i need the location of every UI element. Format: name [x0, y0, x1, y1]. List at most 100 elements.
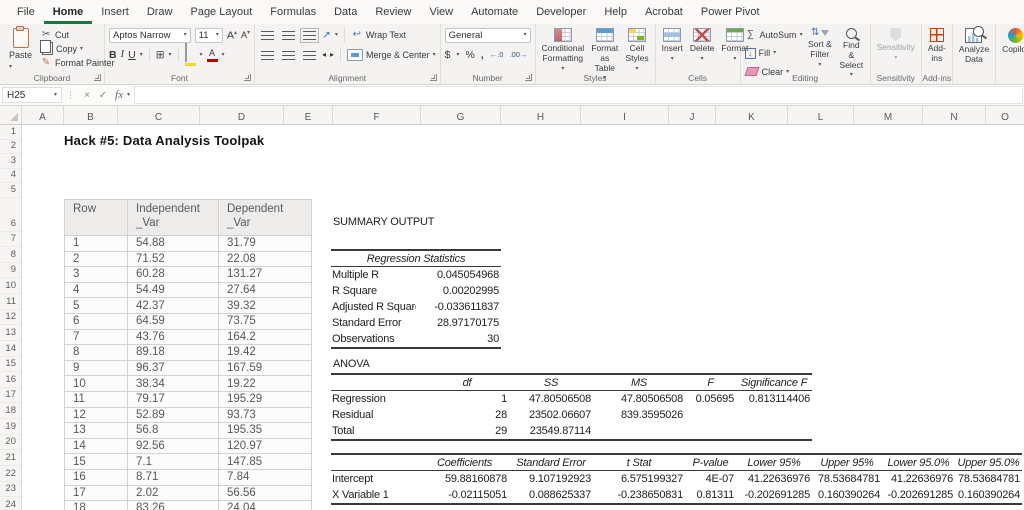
column-header[interactable]: L — [788, 106, 854, 124]
column-header[interactable]: O — [986, 106, 1024, 124]
stat-value-cell[interactable]: 0.045054968 — [416, 267, 501, 284]
number-dialog-launcher[interactable] — [524, 74, 532, 81]
stat-value-cell[interactable]: 30 — [416, 331, 501, 348]
stat-value-cell[interactable]: 28.97170175 — [416, 315, 501, 331]
borders-button[interactable]: ⊞ — [156, 50, 165, 61]
row-header[interactable]: 15 — [0, 357, 21, 373]
coef-value-cell[interactable]: -0.02115051 — [420, 487, 509, 504]
regression-statistics-header[interactable]: Regression Statistics — [331, 250, 501, 267]
anova-sigf-cell[interactable] — [736, 407, 812, 423]
format-painter-button[interactable]: ✎ Format Painter — [40, 56, 115, 69]
ribbon-tab[interactable]: Acrobat — [636, 0, 692, 24]
row-header[interactable]: 16 — [0, 372, 21, 388]
cell-row-number[interactable]: 4 — [64, 281, 128, 299]
column-header[interactable]: I — [581, 106, 669, 124]
cell-independent-var[interactable]: 38.34 — [127, 375, 219, 392]
cell-independent-var[interactable]: 2.02 — [127, 484, 219, 502]
coefficients-header-cell[interactable]: Lower 95.0% — [882, 454, 955, 471]
anova-df-cell[interactable]: 1 — [425, 391, 509, 408]
cell-dependent-var[interactable]: 24.04 — [218, 500, 312, 510]
align-top-button[interactable] — [259, 27, 276, 43]
row-header[interactable]: 8 — [0, 247, 21, 263]
fill-button[interactable]: ↓ Fill ▾ — [744, 47, 803, 60]
coefficients-header-cell[interactable] — [331, 454, 420, 471]
cut-button[interactable]: ✂ Cut — [40, 28, 115, 41]
align-middle-button[interactable] — [280, 27, 297, 43]
cell-dependent-var[interactable]: 7.84 — [218, 468, 312, 486]
coef-pvalue-cell[interactable]: 0.81311 — [685, 487, 736, 504]
cell-dependent-var[interactable]: 147.85 — [218, 453, 312, 470]
row-header[interactable]: 11 — [0, 294, 21, 310]
coefficients-header-cell[interactable]: P-value — [685, 454, 736, 471]
ribbon-tab[interactable]: Data — [325, 0, 366, 24]
stat-label-cell[interactable]: Standard Error — [331, 315, 416, 331]
cell-dependent-var[interactable]: 195.35 — [218, 422, 312, 439]
cell-row-number[interactable]: 10 — [64, 375, 128, 392]
row-header[interactable]: 14 — [0, 341, 21, 357]
row-header[interactable]: 21 — [0, 450, 21, 466]
increase-font-size-button[interactable]: A▴ — [227, 30, 237, 41]
cell-independent-var[interactable]: 42.37 — [127, 297, 219, 314]
cell-dependent-var[interactable]: 27.64 — [218, 281, 312, 299]
cell-independent-var[interactable]: 92.56 — [127, 437, 219, 455]
number-format-select[interactable]: General ▾ — [444, 27, 531, 43]
select-all-corner[interactable] — [0, 106, 22, 124]
stat-label-cell[interactable]: Observations — [331, 331, 416, 348]
ribbon-tab[interactable]: Formulas — [261, 0, 325, 24]
formula-input[interactable] — [134, 86, 1023, 104]
stat-label-cell[interactable]: R Square — [331, 283, 416, 299]
cell-independent-var[interactable]: 83.26 — [127, 500, 219, 510]
stat-value-cell[interactable]: -0.033611837 — [416, 299, 501, 315]
row-header[interactable]: 5 — [0, 183, 21, 198]
cell-row-number[interactable]: 9 — [64, 359, 128, 377]
anova-ms-cell[interactable] — [593, 423, 685, 440]
cell-independent-var[interactable]: 89.18 — [127, 344, 219, 361]
cell-dependent-var[interactable]: 73.75 — [218, 312, 312, 330]
cell-row-number[interactable]: 3 — [64, 266, 128, 283]
italic-button[interactable]: I — [121, 49, 125, 61]
cell-dependent-var[interactable]: 120.97 — [218, 437, 312, 455]
enter-button[interactable]: ✓ — [95, 90, 111, 101]
align-bottom-button[interactable] — [300, 27, 319, 43]
cell-independent-var[interactable]: 7.1 — [127, 453, 219, 470]
alignment-dialog-launcher[interactable] — [429, 74, 437, 81]
ribbon-tab[interactable]: Review — [366, 0, 420, 24]
percent-format-button[interactable]: % — [465, 50, 474, 61]
row-header[interactable]: 18 — [0, 403, 21, 419]
cell-row-number[interactable]: 1 — [64, 235, 128, 252]
cell-independent-var[interactable]: 60.28 — [127, 266, 219, 283]
anova-source-cell[interactable]: Total — [331, 423, 425, 440]
decrease-font-size-button[interactable]: A▾ — [241, 30, 250, 40]
anova-source-cell[interactable]: Residual — [331, 407, 425, 423]
cell-row-number[interactable]: 16 — [64, 468, 128, 486]
merge-center-button[interactable]: Merge & Center ▾ — [347, 49, 436, 62]
cell-row-number[interactable]: 18 — [64, 500, 128, 510]
align-center-button[interactable] — [280, 47, 297, 63]
column-header[interactable]: B — [64, 106, 118, 124]
bold-button[interactable]: B — [109, 50, 117, 61]
sheet-canvas[interactable]: Hack #5: Data Analysis Toolpak Row Indep… — [22, 125, 1024, 510]
align-left-button[interactable] — [259, 47, 276, 63]
cell-independent-var[interactable]: 96.37 — [127, 359, 219, 377]
coef-upper95-cell[interactable]: 0.160390264 — [812, 487, 882, 504]
coefficients-header-cell[interactable]: Coefficients — [420, 454, 509, 471]
coef-stderr-cell[interactable]: 9.107192923 — [509, 471, 593, 488]
ribbon-tab[interactable]: Developer — [527, 0, 595, 24]
summary-output-label[interactable]: SUMMARY OUTPUT — [333, 216, 435, 228]
delete-cells-button[interactable]: Delete ▾ — [688, 27, 717, 70]
cell-row-number[interactable]: 7 — [64, 328, 128, 346]
anova-header-cell[interactable]: F — [685, 374, 736, 391]
cell-dependent-var[interactable]: 131.27 — [218, 266, 312, 283]
anova-ss-cell[interactable]: 23549.87114 — [509, 423, 593, 440]
coefficients-header-cell[interactable]: Standard Error — [509, 454, 593, 471]
anova-sigf-cell[interactable] — [736, 423, 812, 440]
analyze-data-button[interactable]: Analyze Data — [957, 26, 991, 70]
cell-independent-var[interactable]: 56.8 — [127, 422, 219, 439]
font-dialog-launcher[interactable] — [244, 74, 251, 81]
row-header[interactable]: 9 — [0, 263, 21, 279]
column-header[interactable]: A — [22, 106, 64, 124]
coef-variable-cell[interactable]: X Variable 1 — [331, 487, 420, 504]
name-box[interactable]: H25 ▾ — [2, 87, 62, 103]
ribbon-tab[interactable]: Home — [44, 0, 93, 24]
ribbon-tab[interactable]: View — [420, 0, 462, 24]
